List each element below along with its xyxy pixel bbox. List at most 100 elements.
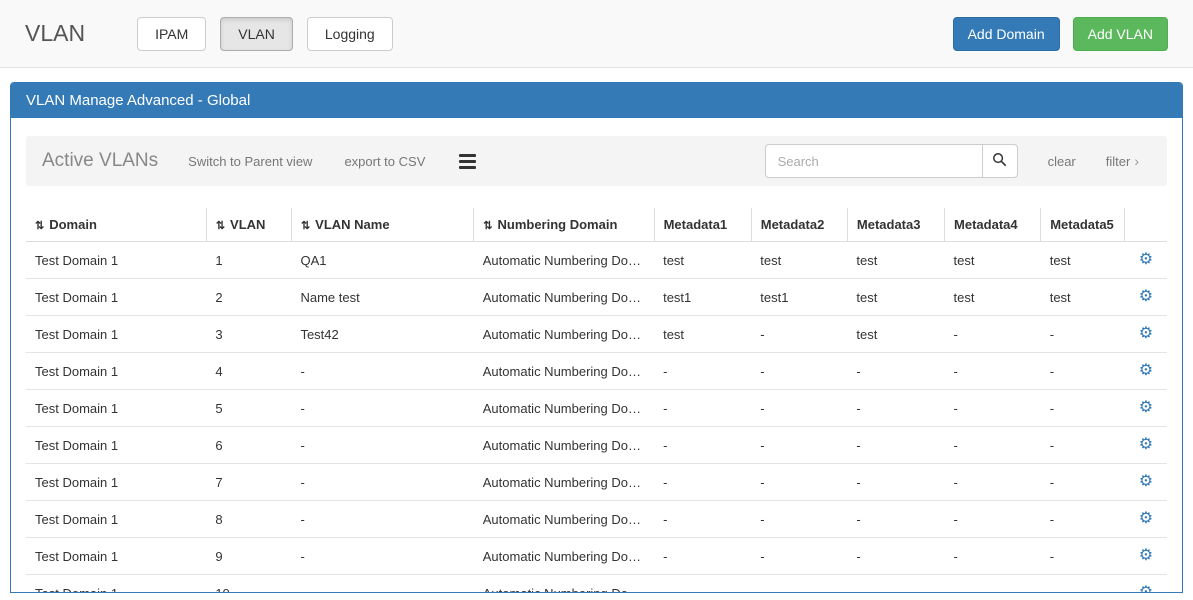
cell-metadata1: - (654, 427, 751, 464)
search-icon (992, 152, 1007, 170)
cell-metadata2: - (751, 390, 847, 427)
cell-metadata1: - (654, 575, 751, 594)
cell-domain: Test Domain 1 (26, 390, 206, 427)
clear-link[interactable]: clear (1048, 154, 1076, 169)
table-row: Test Domain 12Name testAutomatic Numberi… (26, 279, 1167, 316)
sort-icon: ⇅ (216, 220, 225, 232)
col-header-metadata1: Metadata1 (654, 208, 751, 242)
settings-gear-icon[interactable]: ⚙ (1139, 584, 1153, 593)
cell-domain: Test Domain 1 (26, 538, 206, 575)
cell-vlan-name: - (291, 353, 473, 390)
cell-metadata5: test (1041, 242, 1125, 279)
cell-metadata4: - (945, 575, 1041, 594)
cell-metadata2: - (751, 501, 847, 538)
cell-numbering-domain: Automatic Numbering Doma… (474, 538, 654, 575)
cell-vlan-name: Name test (291, 279, 473, 316)
cell-actions: ⚙ (1125, 464, 1167, 501)
cell-metadata4: - (945, 390, 1041, 427)
panel-header: VLAN Manage Advanced - Global (11, 83, 1182, 118)
cell-numbering-domain: Automatic Numbering Doma… (474, 427, 654, 464)
cell-actions: ⚙ (1125, 501, 1167, 538)
cell-metadata3: test (847, 242, 944, 279)
cell-metadata3: - (847, 538, 944, 575)
cell-numbering-domain: Automatic Numbering Doma… (474, 242, 654, 279)
cell-vlan-name: - (291, 427, 473, 464)
settings-gear-icon[interactable]: ⚙ (1139, 251, 1153, 268)
settings-gear-icon[interactable]: ⚙ (1139, 325, 1153, 342)
cell-metadata1: - (654, 464, 751, 501)
col-header-domain[interactable]: ⇅Domain (26, 208, 206, 242)
cell-metadata2: test1 (751, 279, 847, 316)
table-row: Test Domain 11QA1Automatic Numbering Dom… (26, 242, 1167, 279)
cell-metadata3: - (847, 427, 944, 464)
cell-metadata3: - (847, 390, 944, 427)
add-domain-button[interactable]: Add Domain (953, 17, 1060, 51)
filter-link[interactable]: filter› (1106, 153, 1139, 169)
cell-actions: ⚙ (1125, 242, 1167, 279)
cell-vlan-name: - (291, 575, 473, 594)
topbar: VLAN IPAM VLAN Logging Add Domain Add VL… (0, 0, 1193, 68)
cell-metadata2: - (751, 464, 847, 501)
cell-vlan-name: - (291, 501, 473, 538)
cell-vlan-name: - (291, 390, 473, 427)
table-row: Test Domain 18-Automatic Numbering Doma…… (26, 501, 1167, 538)
settings-gear-icon[interactable]: ⚙ (1139, 436, 1153, 453)
cell-actions: ⚙ (1125, 279, 1167, 316)
settings-gear-icon[interactable]: ⚙ (1139, 547, 1153, 564)
toolbar-title: Active VLANs (42, 150, 158, 172)
cell-metadata4: - (945, 427, 1041, 464)
cell-metadata5: - (1041, 501, 1125, 538)
add-vlan-button[interactable]: Add VLAN (1073, 17, 1168, 51)
settings-gear-icon[interactable]: ⚙ (1139, 399, 1153, 416)
cell-metadata1: - (654, 538, 751, 575)
export-csv-link[interactable]: export to CSV (344, 154, 425, 169)
col-header-vlan[interactable]: ⇅VLAN (206, 208, 291, 242)
settings-gear-icon[interactable]: ⚙ (1139, 510, 1153, 527)
cell-domain: Test Domain 1 (26, 242, 206, 279)
cell-metadata2: - (751, 353, 847, 390)
cell-actions: ⚙ (1125, 390, 1167, 427)
col-header-numbering-domain[interactable]: ⇅Numbering Domain (474, 208, 654, 242)
settings-gear-icon[interactable]: ⚙ (1139, 288, 1153, 305)
col-header-vlan-name[interactable]: ⇅VLAN Name (291, 208, 473, 242)
search-button[interactable] (982, 144, 1018, 178)
cell-actions: ⚙ (1125, 353, 1167, 390)
topbar-actions: Add Domain Add VLAN (953, 17, 1168, 51)
cell-vlan: 9 (206, 538, 291, 575)
cell-numbering-domain: Automatic Numbering Doma… (474, 575, 654, 594)
cell-metadata5: - (1041, 316, 1125, 353)
cell-vlan: 6 (206, 427, 291, 464)
panel-body: Active VLANs Switch to Parent view expor… (11, 118, 1182, 593)
table-row: Test Domain 15-Automatic Numbering Doma…… (26, 390, 1167, 427)
table-row: Test Domain 110-Automatic Numbering Doma… (26, 575, 1167, 594)
search-input[interactable] (765, 144, 983, 178)
cell-metadata3: - (847, 501, 944, 538)
cell-metadata1: test1 (654, 279, 751, 316)
tab-logging[interactable]: Logging (307, 17, 393, 51)
col-header-actions (1125, 208, 1167, 242)
sort-icon: ⇅ (35, 220, 44, 232)
vlan-panel: VLAN Manage Advanced - Global Active VLA… (10, 82, 1183, 593)
cell-vlan: 1 (206, 242, 291, 279)
tab-vlan[interactable]: VLAN (220, 17, 293, 51)
cell-domain: Test Domain 1 (26, 575, 206, 594)
settings-gear-icon[interactable]: ⚙ (1139, 362, 1153, 379)
cell-metadata1: - (654, 501, 751, 538)
menu-icon[interactable] (457, 152, 478, 171)
cell-metadata3: - (847, 464, 944, 501)
col-header-metadata3: Metadata3 (847, 208, 944, 242)
settings-gear-icon[interactable]: ⚙ (1139, 473, 1153, 490)
table-row: Test Domain 16-Automatic Numbering Doma…… (26, 427, 1167, 464)
col-header-metadata2: Metadata2 (751, 208, 847, 242)
switch-parent-view-link[interactable]: Switch to Parent view (188, 154, 312, 169)
tab-ipam[interactable]: IPAM (137, 17, 206, 51)
cell-metadata5: - (1041, 390, 1125, 427)
cell-actions: ⚙ (1125, 316, 1167, 353)
nav-tab-group: IPAM VLAN Logging (137, 17, 393, 51)
sort-icon: ⇅ (483, 220, 492, 232)
search-group (765, 144, 1018, 178)
table-row: Test Domain 17-Automatic Numbering Doma…… (26, 464, 1167, 501)
cell-metadata5: - (1041, 538, 1125, 575)
cell-metadata2: test (751, 242, 847, 279)
cell-metadata5: test (1041, 279, 1125, 316)
